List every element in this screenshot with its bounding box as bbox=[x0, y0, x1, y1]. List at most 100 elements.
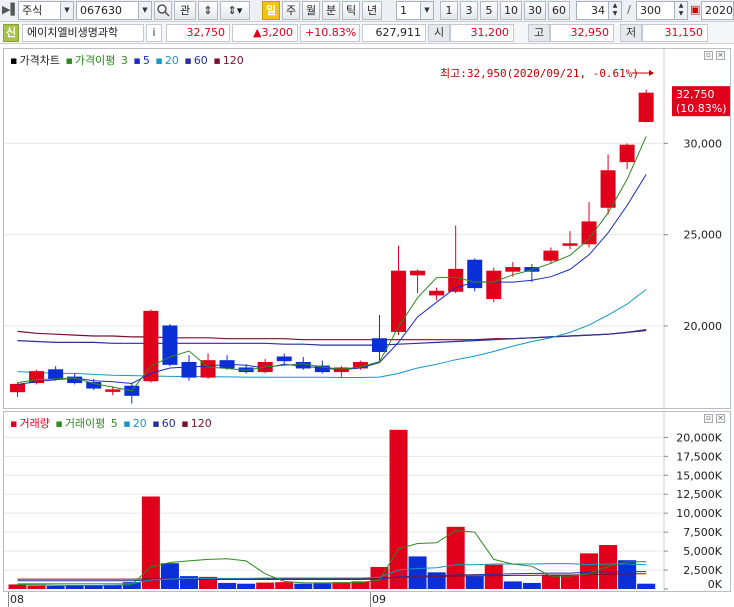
watchlist-button[interactable]: 관 bbox=[174, 1, 196, 20]
open-price: 31,200 bbox=[450, 24, 514, 42]
ma-legend-title[interactable]: 가격이평 bbox=[75, 54, 115, 67]
period-tab-day[interactable]: 일 bbox=[262, 1, 280, 20]
volume-bar bbox=[637, 583, 656, 589]
interval-button-3[interactable]: 3 bbox=[460, 1, 478, 20]
pane-close-icon[interactable]: × bbox=[716, 51, 725, 60]
ma-legend-20[interactable]: 20 bbox=[165, 54, 179, 67]
price-ma20-line bbox=[17, 289, 647, 378]
volume-value: 627,911 bbox=[362, 24, 426, 42]
volume-bar bbox=[141, 496, 160, 589]
volume-bar bbox=[27, 585, 46, 589]
ma-legend-120[interactable]: 120 bbox=[223, 54, 244, 67]
current-price-tag-percent: (10.83%) bbox=[676, 102, 727, 115]
volume-bar bbox=[446, 526, 465, 589]
price-candle-body bbox=[10, 383, 26, 393]
interval-button-5[interactable]: 5 bbox=[480, 1, 498, 20]
step-button[interactable]: ⇕▾ bbox=[220, 1, 250, 20]
interval-label: 30 bbox=[528, 4, 542, 17]
interval-button-1[interactable]: 1 bbox=[440, 1, 458, 20]
bar-total-input[interactable]: 300 ▲ ▼ bbox=[636, 1, 688, 20]
price-chart-canvas[interactable]: 20,000 25,000 30,000 최고:32,950(2020/09/21, … bbox=[4, 49, 730, 408]
price-candle-body bbox=[181, 361, 197, 378]
vma-legend-5[interactable]: 5 bbox=[111, 417, 118, 430]
pane-close-icon[interactable]: × bbox=[716, 414, 725, 423]
ma-legend-60[interactable]: 60 bbox=[194, 54, 208, 67]
chart-toolbar: ▶▌ 주식 ▼ 067630 ▼ 관 ⇕ ⇕▾ 일 주 월 분 틱 년 1 ▼ … bbox=[0, 0, 734, 22]
high-price: 32,950 bbox=[550, 24, 614, 42]
interval-button-30[interactable]: 30 bbox=[524, 1, 546, 20]
volume-bar bbox=[484, 564, 503, 589]
price-chart-pane[interactable]: 20,000 25,000 30,000 최고:32,950(2020/09/21, … bbox=[3, 48, 731, 409]
market-select[interactable]: 주식 ▼ bbox=[18, 1, 74, 20]
quote-info-bar: 신 에이치엘비생명과학 i 32,750 ▲3,200 +10.83% 627,… bbox=[0, 22, 734, 44]
volume-chart-pane[interactable]: 0K 2,500K 5,000K 7,500K 10,000K 12,500K 15,000… bbox=[3, 411, 731, 592]
price-candle-body bbox=[486, 270, 502, 300]
chevron-down-icon[interactable]: ▼ bbox=[60, 2, 73, 19]
period-tab-month[interactable]: 월 bbox=[302, 1, 320, 20]
pane-minimize-icon[interactable]: ▫ bbox=[704, 414, 713, 423]
fixed-checkbox-icon[interactable]: ▣ bbox=[690, 1, 700, 20]
bar-count-separator: / bbox=[627, 3, 631, 16]
period-tab-label: 일 bbox=[265, 4, 277, 17]
ma-legend-marker: ▪ bbox=[133, 54, 141, 67]
period-tab-week[interactable]: 주 bbox=[282, 1, 300, 20]
date-input[interactable]: 2020/ bbox=[701, 1, 734, 20]
price-candle-body bbox=[638, 92, 654, 122]
interval-select[interactable]: 1 ▼ bbox=[396, 1, 434, 20]
new-badge: 신 bbox=[3, 24, 19, 42]
price-legend-title[interactable]: 가격차트 bbox=[19, 54, 59, 67]
pane-minimize-icon[interactable]: ▫ bbox=[704, 51, 713, 60]
chevron-down-icon[interactable]: ▼ bbox=[138, 2, 151, 19]
volume-legend-title[interactable]: 거래량 bbox=[19, 417, 49, 430]
price-candle-body bbox=[391, 270, 407, 332]
vma-legend-60[interactable]: 60 bbox=[162, 417, 176, 430]
volume-bar bbox=[465, 576, 484, 589]
period-tab-minute[interactable]: 분 bbox=[322, 1, 340, 20]
up-down-icon: ⇕▾ bbox=[227, 4, 243, 17]
price-tick-label: 30,000 bbox=[684, 137, 723, 150]
high-label: 고 bbox=[528, 24, 550, 42]
period-tab-year[interactable]: 년 bbox=[362, 1, 382, 20]
volume-tick-label: 17,500K bbox=[676, 450, 722, 463]
volume-chart-canvas[interactable]: 0K2,500K 5,000K 7,500K 10,000K 12,500K 15,000… bbox=[4, 412, 730, 591]
volume-tick-label: 20,000K bbox=[676, 431, 722, 444]
interval-button-10[interactable]: 10 bbox=[500, 1, 522, 20]
period-tab-label: 주 bbox=[285, 4, 297, 17]
ma-legend-3[interactable]: 3 bbox=[121, 54, 128, 67]
date-label-sep: 09 bbox=[372, 593, 386, 606]
search-button[interactable] bbox=[154, 1, 172, 20]
spinner-icon[interactable]: ▲ ▼ bbox=[674, 2, 687, 19]
vma-legend-20[interactable]: 20 bbox=[133, 417, 147, 430]
sync-button[interactable]: ⇕ bbox=[198, 1, 218, 20]
price-ma120-line bbox=[17, 329, 647, 341]
panel-toggle-icon[interactable]: ▶▌ bbox=[2, 1, 19, 20]
volume-bar bbox=[522, 582, 541, 589]
volume-bar bbox=[218, 582, 237, 589]
high-annotation: 최고:32,950(2020/09/21, -0.61%) bbox=[440, 67, 639, 80]
bar-count-input[interactable]: 34 ▲ ▼ bbox=[576, 1, 622, 20]
interval-label: 10 bbox=[504, 4, 518, 17]
vma-legend-title[interactable]: 거래이평 bbox=[65, 417, 105, 430]
ma-legend-marker: ▪ bbox=[65, 54, 73, 67]
stock-code-input[interactable]: 067630 ▼ bbox=[76, 1, 152, 20]
chevron-down-icon[interactable]: ▼ bbox=[420, 2, 433, 19]
volume-bar bbox=[541, 574, 560, 589]
info-button[interactable]: i bbox=[146, 24, 162, 42]
spinner-icon[interactable]: ▲ ▼ bbox=[608, 2, 621, 19]
volume-bar bbox=[560, 574, 579, 589]
price-legend: ▪ 가격차트 ▪ 가격이평 3 ▪ 5 ▪ 20 ▪ 60 ▪ 120 bbox=[10, 52, 246, 67]
price-change: ▲3,200 bbox=[232, 24, 298, 42]
price-candle-body bbox=[619, 144, 635, 163]
vma-legend-120[interactable]: 120 bbox=[191, 417, 212, 430]
price-candle-body bbox=[505, 267, 521, 272]
ma-legend-5[interactable]: 5 bbox=[143, 54, 150, 67]
vma-legend-marker: ▪ bbox=[181, 417, 189, 430]
volume-bar bbox=[503, 581, 522, 589]
period-tab-tick[interactable]: 틱 bbox=[342, 1, 360, 20]
low-price: 31,150 bbox=[642, 24, 708, 42]
low-label: 저 bbox=[620, 24, 642, 42]
period-tab-label: 월 bbox=[305, 4, 317, 17]
stock-name: 에이치엘비생명과학 bbox=[22, 24, 144, 42]
interval-button-60[interactable]: 60 bbox=[548, 1, 570, 20]
watchlist-label: 관 bbox=[179, 4, 191, 17]
